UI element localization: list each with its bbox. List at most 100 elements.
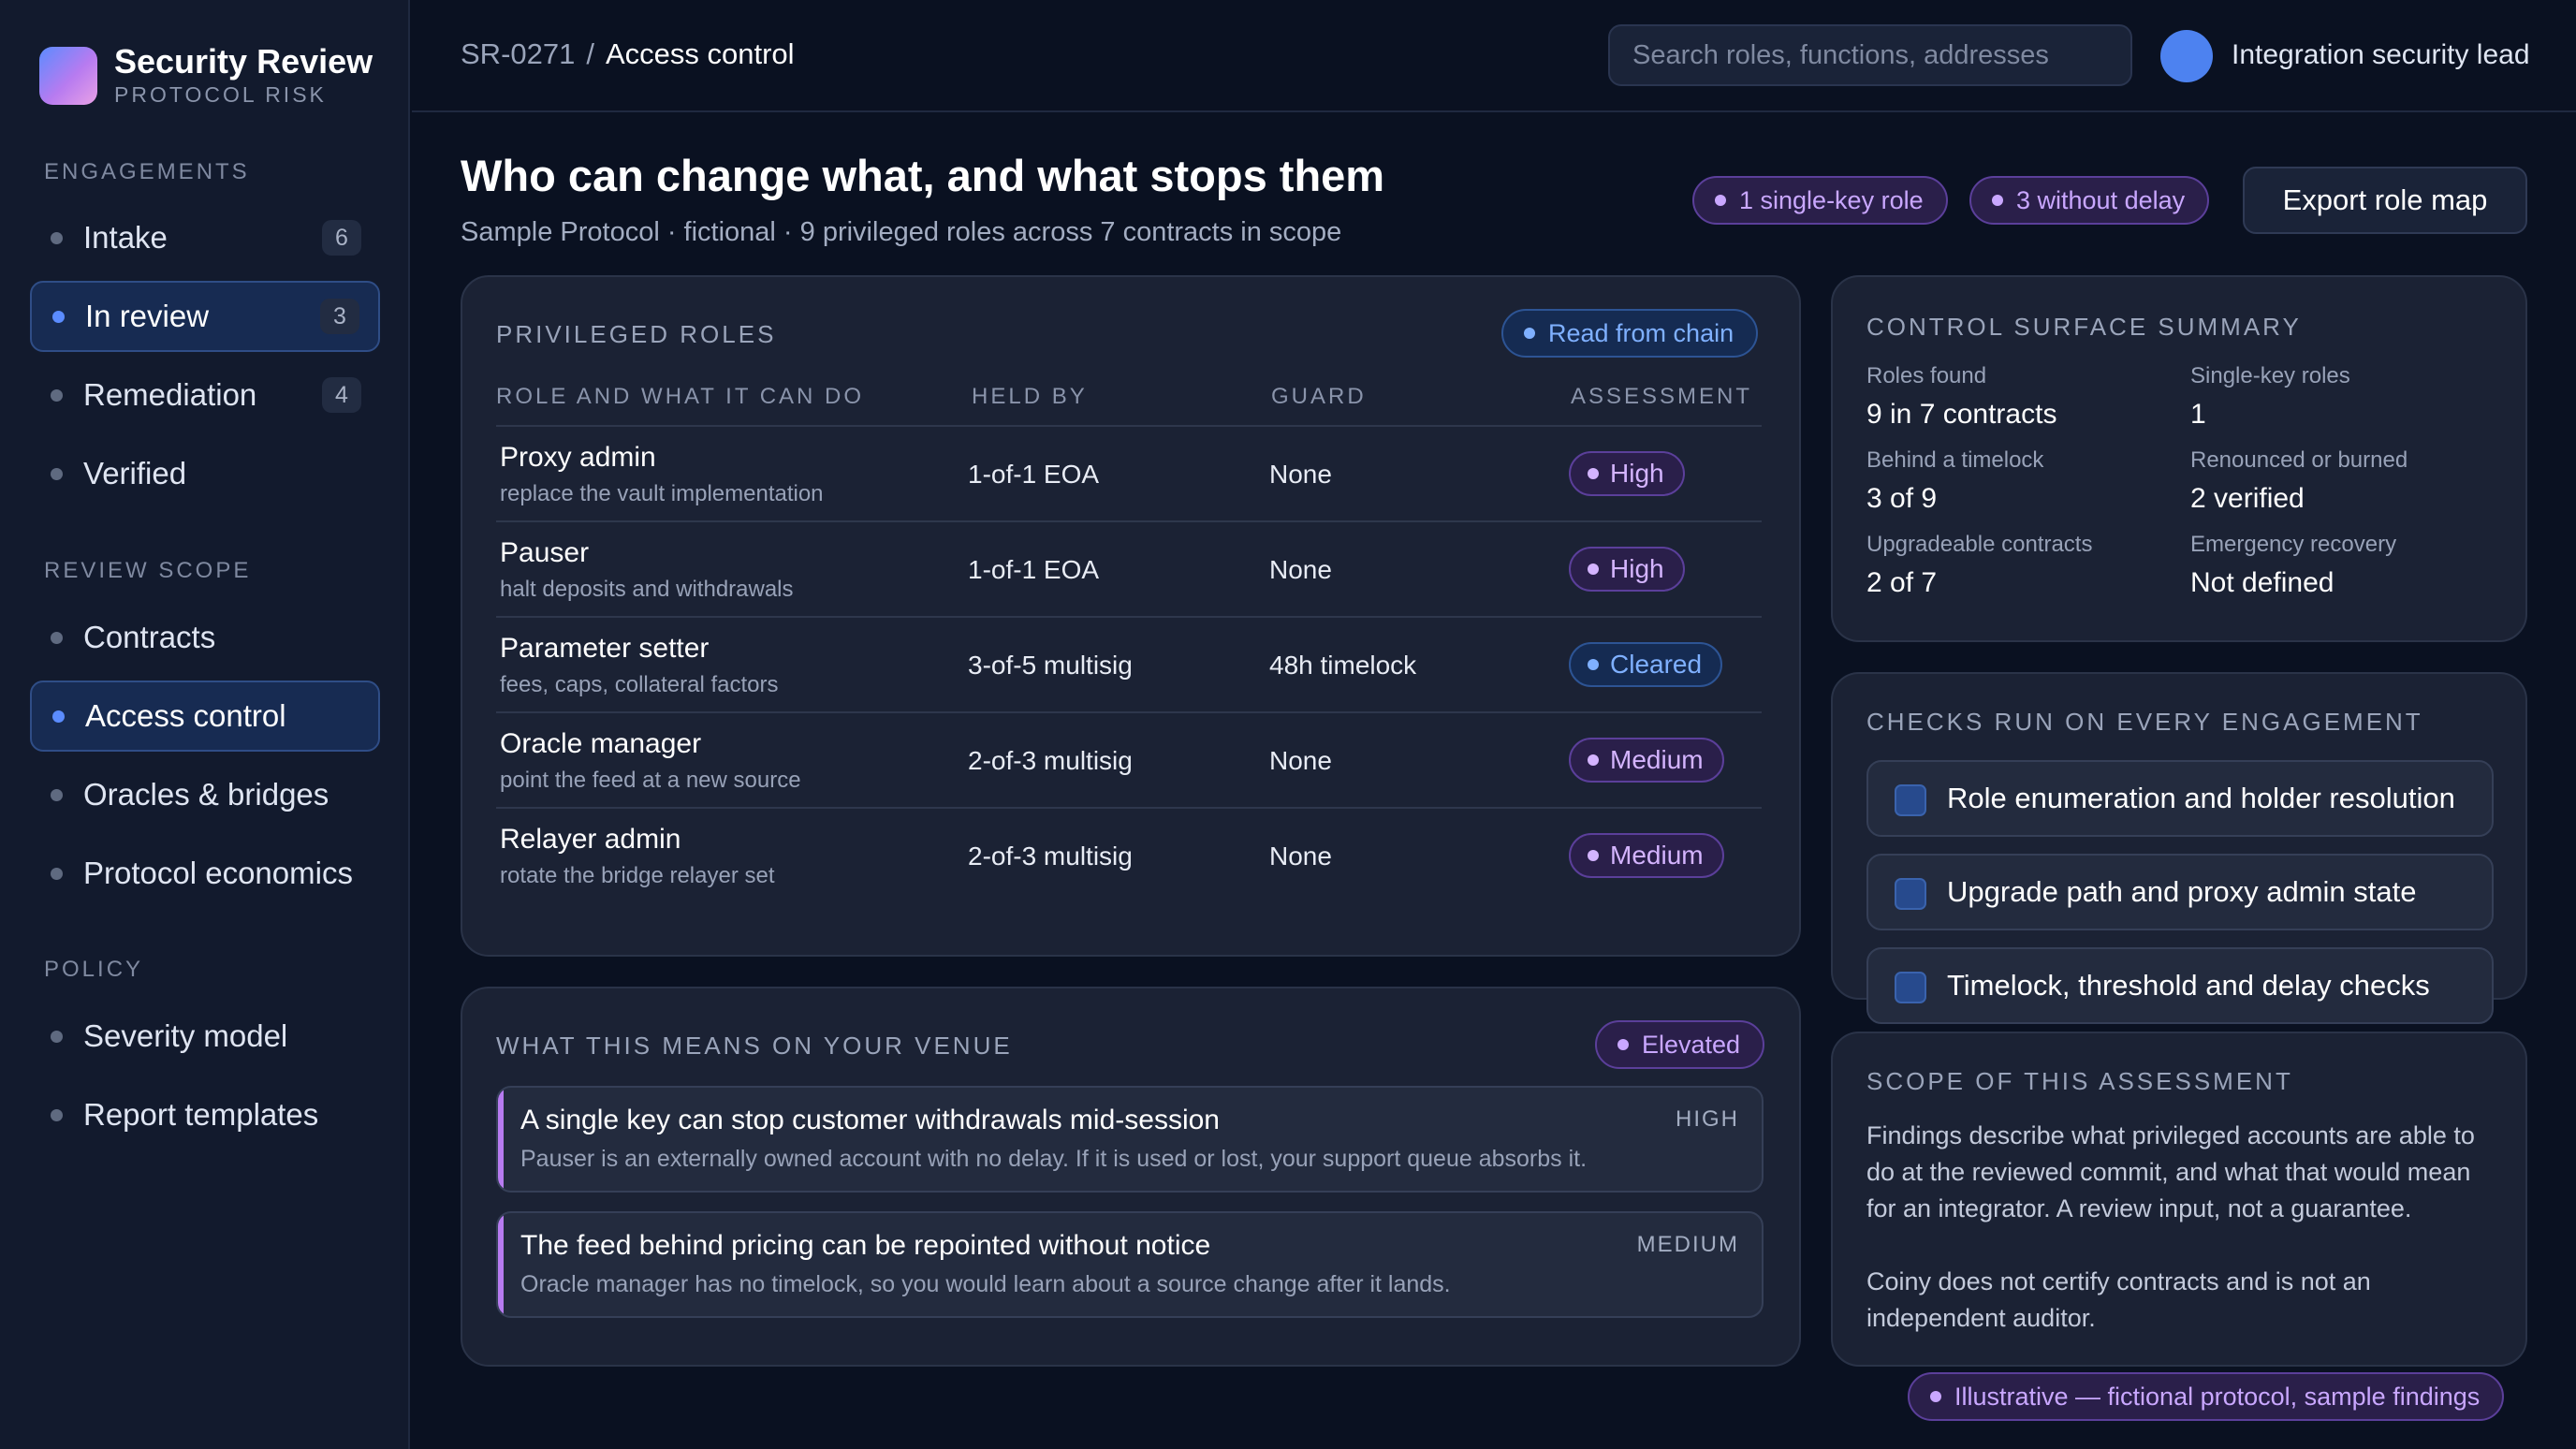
card-title: PRIVILEGED ROLES — [496, 320, 777, 348]
dot-icon — [1588, 468, 1599, 479]
dot-icon — [1992, 195, 2003, 206]
column-header: GUARD — [1271, 384, 1367, 409]
role-name: Relayer admin — [500, 824, 681, 855]
nav-section-engagements: ENGAGEMENTS — [44, 159, 250, 184]
guard: 48h timelock — [1269, 651, 1417, 680]
sidebar-item-intake[interactable]: Intake 6 — [30, 202, 380, 273]
bullet-icon — [51, 388, 63, 402]
sidebar: Security Review PROTOCOL RISK ENGAGEMENT… — [0, 0, 410, 1449]
checkbox-icon[interactable] — [1895, 972, 1926, 1003]
role-description: fees, caps, collateral factors — [500, 672, 779, 697]
checkbox-icon[interactable] — [1895, 878, 1926, 910]
sidebar-item-severity-model[interactable]: Severity model — [30, 1001, 380, 1072]
checks-card: CHECKS RUN ON EVERY ENGAGEMENT Role enum… — [1831, 672, 2527, 1024]
summary-value: 2 of 7 — [1866, 567, 1938, 598]
summary-label: Emergency recovery — [2190, 532, 2397, 557]
assessment-badge: Cleared — [1569, 642, 1723, 687]
dot-icon — [1617, 1039, 1629, 1050]
scope-paragraph: Findings describe what privileged accoun… — [1866, 1121, 2475, 1222]
bullet-icon — [51, 1108, 63, 1121]
count-badge: 4 — [322, 377, 361, 413]
sidebar-item-oracles-bridges[interactable]: Oracles & bridges — [30, 759, 380, 830]
without-delay-chip[interactable]: 3 without delay — [1969, 176, 2210, 225]
single-key-chip[interactable]: 1 single-key role — [1692, 176, 1948, 225]
card-title: WHAT THIS MEANS ON YOUR VENUE — [496, 1032, 1013, 1060]
summary-value: 3 of 9 — [1866, 483, 1938, 514]
sidebar-item-report-templates[interactable]: Report templates — [30, 1079, 380, 1150]
table-row[interactable]: Oracle manager point the feed at a new s… — [496, 713, 1762, 809]
guard: None — [1269, 460, 1332, 489]
table-row[interactable]: Relayer admin rotate the bridge relayer … — [496, 809, 1762, 904]
impact-item[interactable]: A single key can stop customer withdrawa… — [496, 1086, 1764, 1193]
column-header: HELD BY — [972, 384, 1088, 409]
held-by: 2-of-3 multisig — [968, 746, 1133, 775]
sidebar-item-label: Protocol economics — [83, 856, 353, 890]
sidebar-item-label: Severity model — [83, 1018, 288, 1053]
card-title: SCOPE OF THIS ASSESSMENT — [1866, 1067, 2293, 1095]
severity-bar — [498, 1088, 504, 1191]
dot-icon — [1930, 1391, 1941, 1402]
sidebar-item-label: Verified — [83, 456, 187, 490]
search-input[interactable] — [1608, 24, 2132, 86]
summary-value: 9 in 7 contracts — [1866, 399, 2057, 430]
sidebar-item-access-control[interactable]: Access control — [30, 681, 380, 752]
page-subtitle: Sample Protocol · fictional · 9 privileg… — [461, 217, 1342, 247]
impact-severity: HIGH — [1676, 1106, 1739, 1132]
count-badge: 6 — [322, 220, 361, 256]
table-row[interactable]: Parameter setter fees, caps, collateral … — [496, 618, 1762, 713]
guard: None — [1269, 842, 1332, 871]
role-name: Oracle manager — [500, 728, 702, 759]
summary-value: 1 — [2190, 399, 2206, 430]
roles-table: Proxy admin replace the vault implementa… — [496, 425, 1762, 904]
sidebar-item-contracts[interactable]: Contracts — [30, 602, 380, 673]
sidebar-item-in-review[interactable]: In review 3 — [30, 281, 380, 352]
assessment-label: Cleared — [1610, 650, 1703, 679]
dot-icon — [1715, 195, 1726, 206]
sidebar-item-verified[interactable]: Verified — [30, 438, 380, 509]
impact-description: Oracle manager has no timelock, so you w… — [520, 1271, 1451, 1297]
impact-description: Pauser is an externally owned account wi… — [520, 1146, 1588, 1172]
check-label: Upgrade path and proxy admin state — [1947, 875, 2417, 908]
bullet-icon — [51, 631, 63, 644]
brand-title: Security Review — [114, 42, 373, 80]
bullet-icon — [51, 467, 63, 480]
check-item[interactable]: Role enumeration and holder resolution — [1866, 760, 2494, 837]
scope-disclaimer: Coiny does not certify contracts and is … — [1866, 1267, 2371, 1332]
brand: Security Review PROTOCOL RISK — [39, 43, 373, 109]
summary-label: Renounced or burned — [2190, 447, 2408, 473]
sidebar-item-remediation[interactable]: Remediation 4 — [30, 359, 380, 431]
export-role-map-button[interactable]: Export role map — [2243, 167, 2527, 234]
dot-icon — [1524, 328, 1535, 339]
chip-label: 3 without delay — [2016, 185, 2186, 214]
held-by: 3-of-5 multisig — [968, 651, 1133, 680]
nav-section-policy: POLICY — [44, 957, 144, 982]
breadcrumb-id[interactable]: SR-0271 — [461, 37, 575, 70]
nav-section-review-scope: REVIEW SCOPE — [44, 558, 252, 583]
role-description: replace the vault implementation — [500, 481, 824, 506]
breadcrumb: SR-0271 / Access control — [461, 37, 795, 71]
checkbox-icon[interactable] — [1895, 784, 1926, 816]
role-name: Parameter setter — [500, 633, 710, 664]
badge-label: Read from chain — [1548, 318, 1734, 347]
assessment-badge: Medium — [1569, 833, 1724, 878]
table-row[interactable]: Pauser halt deposits and withdrawals 1-o… — [496, 522, 1762, 618]
bullet-icon — [51, 231, 63, 244]
column-header: ROLE AND WHAT IT CAN DO — [496, 384, 865, 409]
dot-icon — [1588, 850, 1599, 861]
brand-logo-icon — [39, 47, 97, 105]
check-item[interactable]: Upgrade path and proxy admin state — [1866, 854, 2494, 930]
table-row[interactable]: Proxy admin replace the vault implementa… — [496, 427, 1762, 522]
impact-title: A single key can stop customer withdrawa… — [520, 1105, 1220, 1135]
assessment-badge: High — [1569, 451, 1685, 496]
guard: None — [1269, 746, 1332, 775]
check-item[interactable]: Timelock, threshold and delay checks — [1866, 947, 2494, 1024]
impact-title: The feed behind pricing can be repointed… — [520, 1230, 1211, 1261]
assessment-label: Medium — [1610, 745, 1704, 774]
badge-label: Elevated — [1642, 1030, 1741, 1059]
sidebar-item-protocol-economics[interactable]: Protocol economics — [30, 838, 380, 909]
chip-label: 1 single-key role — [1739, 185, 1924, 214]
summary-value: 2 verified — [2190, 483, 2305, 514]
elevated-badge: Elevated — [1595, 1020, 1765, 1069]
avatar[interactable] — [2160, 30, 2213, 82]
impact-item[interactable]: The feed behind pricing can be repointed… — [496, 1211, 1764, 1318]
